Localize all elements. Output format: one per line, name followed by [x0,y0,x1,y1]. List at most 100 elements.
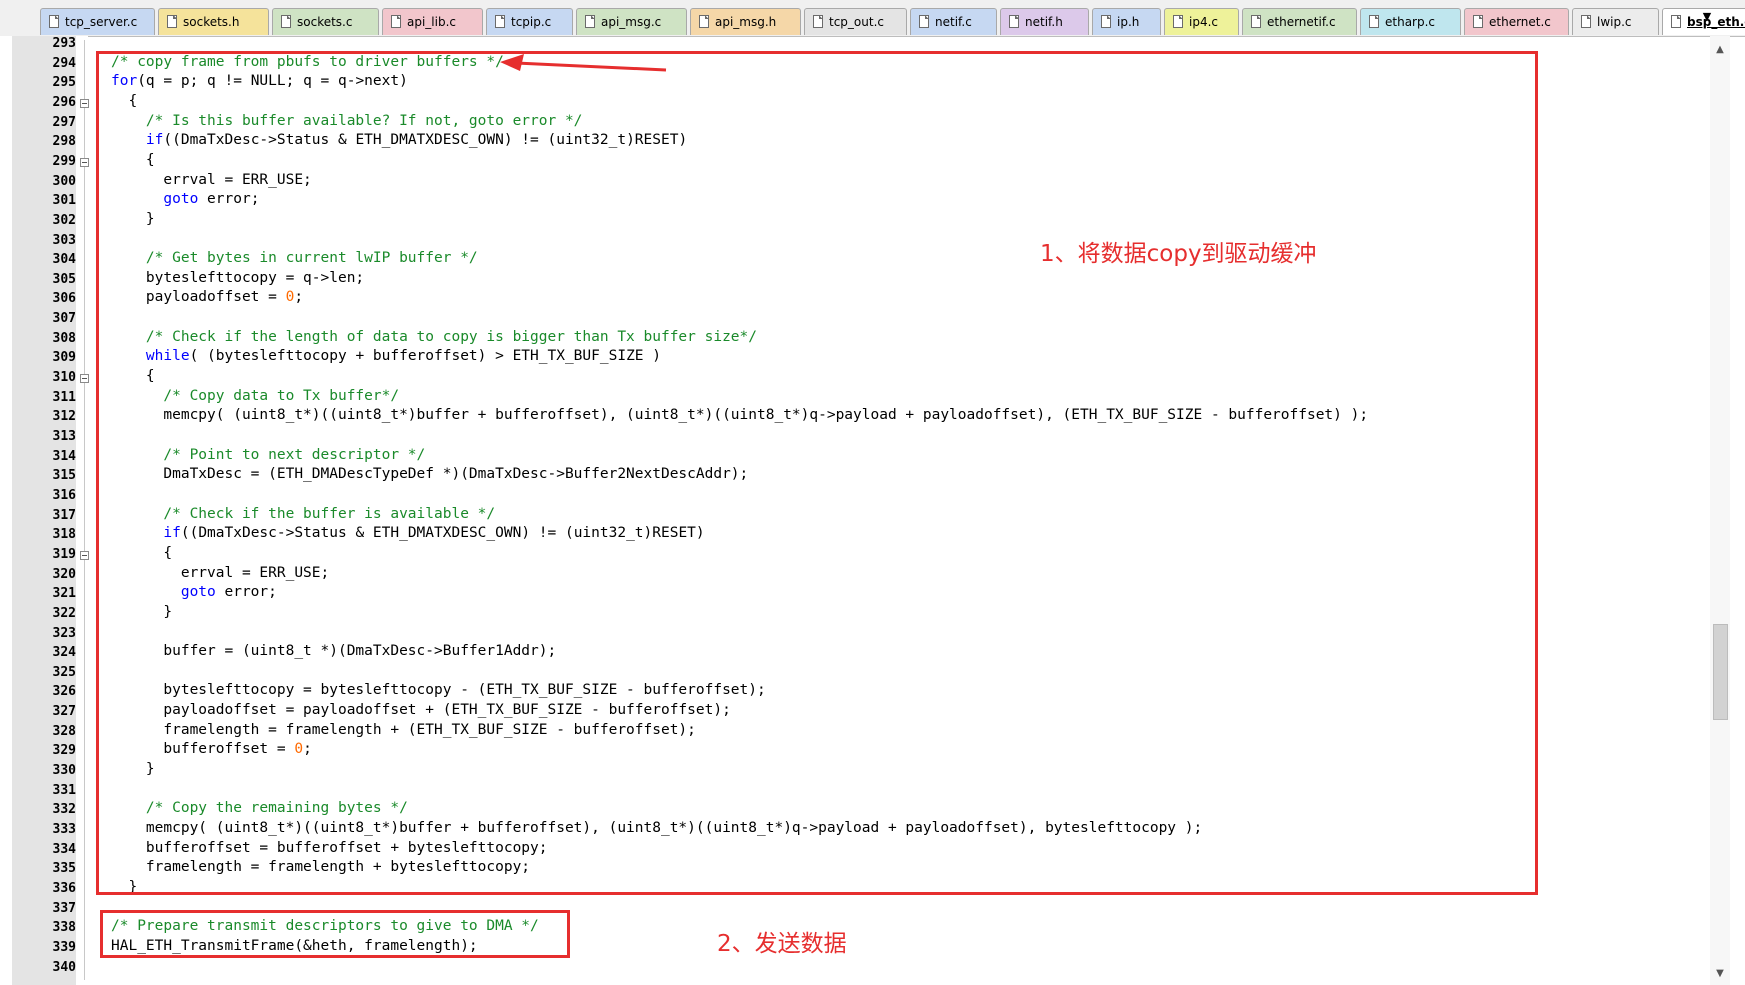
file-icon [1369,15,1379,28]
file-icon [495,15,505,28]
line-number: 329 [52,743,76,759]
file-icon [1173,15,1183,28]
tab-api-msg-c[interactable]: api_msg.c [576,8,687,35]
annotation-arrow-icon [500,54,667,72]
tab-label: tcpip.c [511,15,552,29]
line-number: 338 [52,920,76,936]
line-number: 314 [52,448,76,464]
tab-ethernet-c[interactable]: ethernet.c [1464,8,1569,35]
line-number: 302 [52,212,76,228]
line-number: 330 [52,763,76,779]
line-number: 326 [52,684,76,700]
tab-tcp-server-c[interactable]: tcp_server.c [40,8,155,35]
tab-lwip-c[interactable]: lwip.c [1572,8,1659,35]
file-icon [1009,15,1019,28]
fold-margin-line [84,40,85,980]
line-number: 300 [52,173,76,189]
tab-label: netif.c [935,15,972,29]
tab-label: sockets.c [297,15,353,29]
line-number: 308 [52,330,76,346]
file-icon [49,15,59,28]
file-icon [1473,15,1483,28]
line-number: 321 [52,586,76,602]
highlight-box-transmit [100,910,570,958]
tab-label: lwip.c [1597,15,1632,29]
highlight-box-copy-frame [96,51,1538,895]
file-icon [1101,15,1111,28]
tab-label: ip.h [1117,15,1140,29]
line-number: 339 [52,939,76,955]
line-number: 309 [52,350,76,366]
line-number: 322 [52,605,76,621]
tab-tcp-out-c[interactable]: tcp_out.c [804,8,907,35]
line-number: 316 [52,487,76,503]
scrollbar-thumb[interactable] [1713,624,1728,720]
line-number: 298 [52,134,76,150]
file-icon [391,15,401,28]
tab-label: api_msg.c [601,15,662,29]
line-number: 301 [52,193,76,209]
scroll-down-arrow-icon[interactable]: ▼ [1712,966,1728,982]
file-icon [919,15,929,28]
line-number: 310 [52,370,76,386]
tab-list-dropdown-icon[interactable]: ▼ [1700,10,1714,24]
tab-label: tcp_server.c [65,15,138,29]
tab-tcpip-c[interactable]: tcpip.c [486,8,573,35]
tab-label: api_lib.c [407,15,457,29]
line-number: 335 [52,861,76,877]
line-number: 311 [52,389,76,405]
line-number: 297 [52,114,76,130]
line-number: 296 [52,94,76,110]
line-number: 306 [52,291,76,307]
file-icon [167,15,177,28]
line-number: 303 [52,232,76,248]
fold-toggle-icon[interactable] [80,550,89,560]
file-icon [585,15,595,28]
line-number: 323 [52,625,76,641]
annotation-step2: 2、发送数据 [717,930,847,957]
file-icon [1671,15,1681,28]
scroll-up-arrow-icon[interactable]: ▲ [1712,42,1728,58]
line-number: 328 [52,723,76,739]
line-number: 336 [52,880,76,896]
line-number: 327 [52,704,76,720]
tab-ip4-c[interactable]: ip4.c [1164,8,1239,35]
line-number: 324 [52,645,76,661]
tab-ethernetif-c[interactable]: ethernetif.c [1242,8,1357,35]
tab-label: ip4.c [1189,15,1218,29]
line-number: 337 [52,900,76,916]
line-number: 333 [52,822,76,837]
tab-netif-h[interactable]: netif.h [1000,8,1089,35]
line-number: 319 [52,546,76,562]
line-number: 295 [52,75,76,91]
tab-ip-h[interactable]: ip.h [1092,8,1161,35]
line-number: 315 [52,468,76,484]
fold-toggle-icon[interactable] [80,374,89,384]
tab-netif-c[interactable]: netif.c [910,8,997,35]
tab-sockets-h[interactable]: sockets.h [158,8,269,35]
tab-label: netif.h [1025,15,1063,29]
tab-api-msg-h[interactable]: api_msg.h [690,8,801,35]
tab-etharp-c[interactable]: etharp.c [1360,8,1461,35]
file-icon [1581,15,1591,28]
file-icon [281,15,291,28]
tab-api-lib-c[interactable]: api_lib.c [382,8,483,35]
fold-toggle-icon[interactable] [80,157,89,167]
vertical-scrollbar[interactable] [1710,36,1730,985]
line-number: 334 [52,841,76,857]
line-number: 305 [52,271,76,287]
fold-toggle-icon[interactable] [80,98,89,108]
line-number: 317 [52,507,76,523]
line-number: 304 [52,252,76,268]
tab-bar: tcp_server.c sockets.h sockets.c api_lib.c t… [0,0,1745,37]
tab-label: bsp_eth.c [1687,15,1745,29]
tab-label: api_msg.h [715,15,777,29]
file-icon [699,15,709,28]
line-number: 293 [52,36,76,51]
line-number: 307 [52,311,76,327]
tab-label: tcp_out.c [829,15,884,29]
line-number: 318 [52,527,76,543]
line-number: 332 [52,802,76,818]
line-number: 294 [52,55,76,71]
tab-sockets-c[interactable]: sockets.c [272,8,379,35]
